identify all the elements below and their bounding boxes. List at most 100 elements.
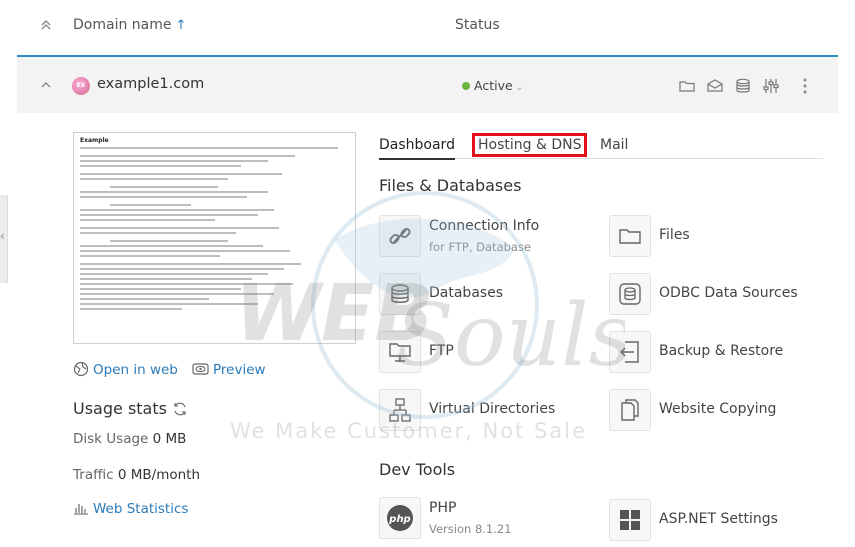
globe-icon: [73, 361, 89, 377]
preview-text-line: [80, 278, 253, 280]
connection-info-icon: [379, 215, 421, 257]
ftp-tile[interactable]: FTP: [379, 331, 599, 377]
preview-text-line: [80, 173, 282, 175]
preview-text-line: [80, 147, 339, 149]
preview-text-line: [80, 232, 237, 234]
preview-text-line: [80, 288, 242, 290]
php-icon: php: [379, 497, 421, 539]
site-favicon-icon: EX: [72, 77, 90, 95]
preview-text-line: [80, 255, 220, 257]
traffic-stat: Traffic 0 MB/month: [73, 467, 200, 483]
more-options-icon[interactable]: [801, 77, 809, 95]
copy-icon: [609, 389, 651, 431]
disk-usage-value: 0 MB: [152, 431, 187, 447]
chevron-left-icon: ‹: [0, 229, 5, 243]
preview-text-line: [80, 245, 263, 247]
preview-text-line: [80, 273, 269, 275]
folder-icon[interactable]: [677, 76, 697, 96]
sort-ascending-icon: ↑: [175, 18, 187, 33]
dev-tools-section-title: Dev Tools: [379, 460, 456, 479]
preview-text-line: [80, 160, 269, 162]
domain-name-header-label: Domain name: [73, 17, 172, 33]
preview-text-line: [80, 219, 215, 221]
preview-text-line: [80, 298, 210, 300]
collapse-all-icon[interactable]: [38, 17, 54, 33]
tab-mail[interactable]: Mail: [600, 137, 628, 153]
website-copying-tile[interactable]: Website Copying: [609, 389, 829, 435]
preview-link[interactable]: Preview: [192, 361, 266, 378]
mail-icon[interactable]: [705, 76, 725, 96]
connection-info-subtitle: for FTP, Database: [429, 240, 532, 254]
databases-tile[interactable]: Databases: [379, 273, 599, 319]
preview-text-line: [80, 303, 258, 305]
preview-text-line: [80, 209, 274, 211]
domain-card: EX example1.com Active ⌄ Example Open in…: [17, 55, 838, 547]
aspnet-settings-label: ASP.NET Settings: [659, 511, 778, 527]
domain-card-header: EX example1.com Active ⌄: [17, 57, 838, 113]
odbc-database-icon: [609, 273, 651, 315]
preview-text-line: [80, 283, 293, 285]
traffic-label: Traffic: [73, 467, 114, 483]
php-tile[interactable]: php PHP Version 8.1.21: [379, 497, 599, 543]
domain-name[interactable]: example1.com: [97, 76, 204, 92]
status-label: Active: [474, 78, 513, 93]
tab-dashboard[interactable]: Dashboard: [379, 137, 455, 160]
preview-text-line: [110, 240, 229, 242]
traffic-value: 0 MB/month: [117, 467, 201, 483]
backup-restore-tile[interactable]: Backup & Restore: [609, 331, 829, 377]
preview-text-line: [80, 196, 247, 198]
folder-icon: [609, 215, 651, 257]
preview-text-line: [80, 165, 242, 167]
preview-text-line: [80, 155, 296, 157]
bar-chart-icon: [74, 504, 88, 515]
files-databases-section-title: Files & Databases: [379, 176, 522, 195]
files-label: Files: [659, 227, 690, 243]
eye-icon: [192, 363, 209, 375]
disk-usage-stat: Disk Usage 0 MB: [73, 431, 186, 447]
sliders-icon[interactable]: [761, 76, 781, 96]
preview-text-line: [80, 263, 301, 265]
domain-tabs: Dashboard Hosting & DNS Mail: [379, 133, 823, 160]
web-statistics-link[interactable]: Web Statistics: [73, 501, 188, 517]
preview-text-line: [110, 204, 191, 206]
web-statistics-label: Web Statistics: [93, 501, 189, 517]
sidebar-toggle[interactable]: ‹: [0, 195, 8, 283]
windows-icon: [609, 499, 651, 541]
preview-text-line: [80, 308, 183, 310]
files-tile[interactable]: Files: [609, 215, 829, 261]
domain-name-column-header[interactable]: Domain name ↑: [73, 17, 186, 33]
backup-restore-label: Backup & Restore: [659, 343, 784, 359]
virtual-directories-label: Virtual Directories: [429, 401, 556, 417]
chevron-up-icon[interactable]: [39, 78, 53, 92]
tab-hosting-dns[interactable]: Hosting & DNS: [471, 133, 588, 157]
connection-info-label: Connection Info: [429, 218, 540, 234]
php-version: Version 8.1.21: [429, 522, 512, 536]
refresh-icon[interactable]: [172, 401, 188, 417]
ftp-icon: [379, 331, 421, 373]
odbc-data-sources-tile[interactable]: ODBC Data Sources: [609, 273, 829, 319]
preview-label: Preview: [213, 362, 266, 378]
backup-restore-icon: [609, 331, 651, 373]
status-column-header[interactable]: Status: [455, 17, 500, 33]
website-preview-thumbnail[interactable]: Example: [73, 132, 356, 344]
php-label: PHP: [429, 500, 457, 516]
ftp-label: FTP: [429, 343, 454, 359]
sitemap-icon: [379, 389, 421, 431]
database-icon: [379, 273, 421, 315]
preview-text-line: [80, 178, 228, 180]
open-in-web-label: Open in web: [93, 362, 178, 378]
odbc-data-sources-label: ODBC Data Sources: [659, 285, 798, 301]
aspnet-settings-tile[interactable]: ASP.NET Settings: [609, 499, 829, 545]
database-icon[interactable]: [733, 76, 753, 96]
preview-text-line: [110, 186, 218, 188]
status-dropdown[interactable]: Active ⌄: [462, 78, 523, 93]
connection-info-tile[interactable]: Connection Info for FTP, Database: [379, 215, 599, 261]
virtual-directories-tile[interactable]: Virtual Directories: [379, 389, 599, 435]
preview-text-line: [80, 268, 285, 270]
open-in-web-link[interactable]: Open in web: [73, 361, 178, 378]
preview-text-line: [80, 214, 258, 216]
website-copying-label: Website Copying: [659, 401, 777, 417]
status-active-dot: [462, 82, 470, 90]
databases-label: Databases: [429, 285, 504, 301]
preview-page-title: Example: [80, 137, 109, 144]
